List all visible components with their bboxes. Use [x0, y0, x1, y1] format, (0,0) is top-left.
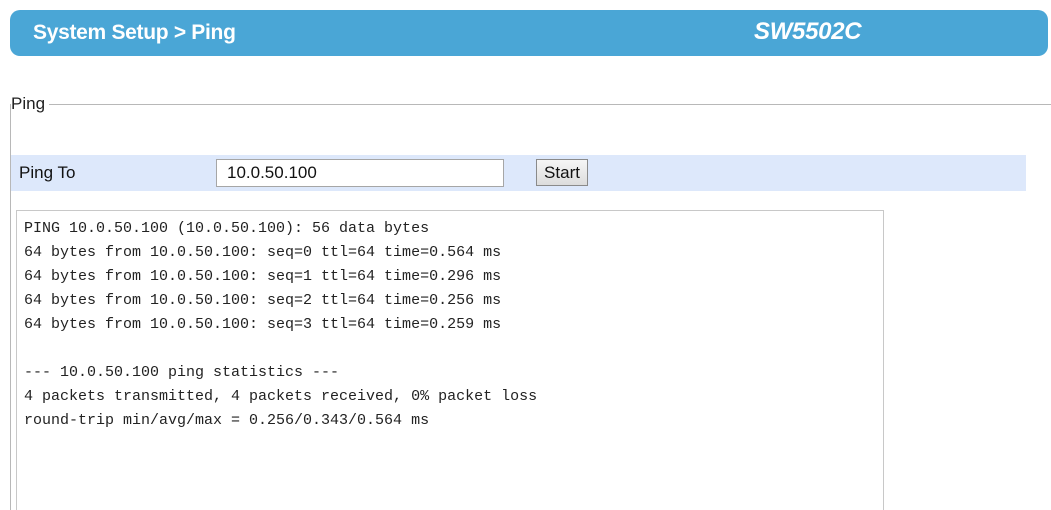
ping-to-input[interactable]: [216, 159, 504, 187]
ping-output-textarea[interactable]: PING 10.0.50.100 (10.0.50.100): 56 data …: [16, 210, 884, 510]
ping-to-row: Ping To: [11, 155, 1026, 191]
output-line: round-trip min/avg/max = 0.256/0.343/0.5…: [24, 412, 430, 429]
device-model: SW5502C: [754, 18, 862, 45]
header-bar: System Setup > Ping SW5502C: [10, 10, 1048, 56]
ping-to-label: Ping To: [19, 163, 76, 182]
output-line: 4 packets transmitted, 4 packets receive…: [24, 388, 538, 405]
output-line: PING 10.0.50.100 (10.0.50.100): 56 data …: [24, 220, 430, 237]
output-line: 64 bytes from 10.0.50.100: seq=2 ttl=64 …: [24, 292, 502, 309]
output-line: --- 10.0.50.100 ping statistics ---: [24, 364, 340, 381]
ping-legend: Ping: [11, 94, 50, 114]
output-line: 64 bytes from 10.0.50.100: seq=3 ttl=64 …: [24, 316, 502, 333]
breadcrumb: System Setup > Ping: [33, 21, 236, 44]
start-button[interactable]: Start: [536, 159, 588, 186]
ping-page: System Setup > Ping SW5502C Ping Ping To…: [0, 0, 1051, 510]
output-line: 64 bytes from 10.0.50.100: seq=0 ttl=64 …: [24, 244, 502, 261]
output-line: 64 bytes from 10.0.50.100: seq=1 ttl=64 …: [24, 268, 502, 285]
